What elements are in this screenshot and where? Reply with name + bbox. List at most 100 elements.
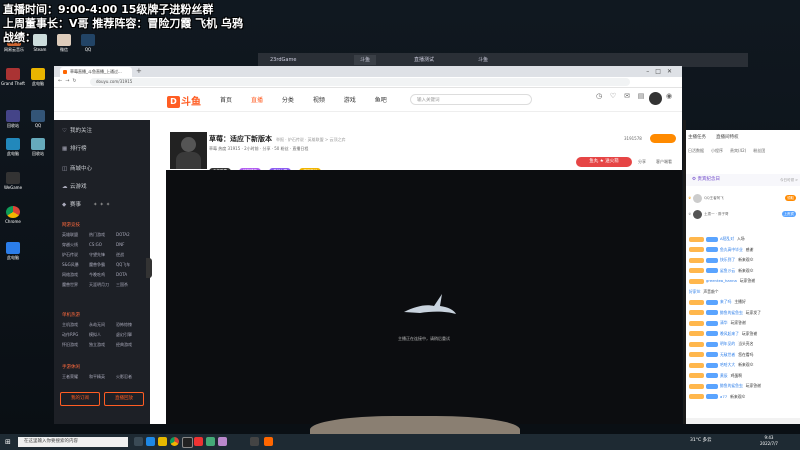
fan-gift-button[interactable]: 鱼丸 ★ 送火箭 [576, 157, 632, 167]
new-tab-icon[interactable]: + [136, 67, 142, 76]
sidebar-collapse-handle[interactable] [146, 258, 152, 278]
url-input[interactable]: douyu.com/31915 [90, 78, 630, 86]
top-user-row[interactable]: ♛ 土拨一 · 胖子哥 上贵宾 [688, 206, 798, 222]
game-link[interactable]: 网络游戏 [62, 270, 89, 280]
follow-button[interactable] [650, 134, 676, 143]
nav-buttons-icon[interactable]: ←→↻ [58, 78, 80, 84]
top-user-button[interactable]: 领取 [785, 195, 796, 201]
desktop-icon[interactable]: WeGame [1, 172, 25, 190]
sidebar-item-shop[interactable]: ◫ 商城中心 [62, 164, 92, 174]
game-link[interactable]: 火影忍者 [116, 372, 143, 382]
desktop-icon[interactable]: Grand Theft [1, 68, 25, 86]
app-icon[interactable] [206, 437, 215, 446]
desktop-icon[interactable]: Chrome [1, 206, 25, 224]
weather-indicator[interactable]: 31°C 多云 [690, 437, 712, 443]
game-link[interactable]: CS:GO [89, 240, 116, 250]
back-tab[interactable]: 斗鱼 [354, 55, 377, 65]
follow-icon[interactable]: ♡ [606, 92, 620, 100]
game-link[interactable]: 魔兽世界 [62, 280, 89, 290]
game-link[interactable]: DNF [116, 240, 143, 250]
sidebar-item-event[interactable]: ◆ 赛事 ✦ ✦ ✦ [62, 200, 110, 210]
game-link[interactable]: 逆战 [116, 250, 143, 260]
game-link[interactable]: 模拟人 [89, 330, 116, 340]
game-link[interactable]: 独立游戏 [89, 340, 116, 350]
game-link[interactable]: 英雄联盟 [62, 230, 89, 240]
game-link[interactable]: DOTA [116, 270, 143, 280]
sidebar-item-rank[interactable]: ▦ 排行榜 [62, 144, 87, 154]
history-icon[interactable]: ◷ [592, 92, 606, 100]
search-input[interactable]: 输入关键词 [410, 94, 532, 105]
subtab[interactable]: 小程序 [711, 148, 723, 154]
vip-anniversary-banner[interactable]: ⚙ 贵宾纪念日 今日可领 > [686, 174, 800, 186]
nav-yuba[interactable]: 鱼吧 [375, 97, 387, 104]
game-link[interactable]: 魔兽争霸 [89, 260, 116, 270]
top-user-row[interactable]: ♛ QQ王者阿飞 领取 [688, 190, 798, 206]
desktop-icon[interactable]: 此电脑 [1, 138, 25, 156]
game-link[interactable]: 虚幻引擎 [116, 330, 143, 340]
back-tab[interactable]: 直播测试 [408, 55, 440, 65]
window-controls[interactable]: –□✕ [646, 66, 678, 77]
tab-privilege[interactable]: 直播间特权 [716, 134, 739, 140]
subtab[interactable]: 贵宾(42) [730, 148, 746, 154]
douyu-logo[interactable]: D 斗鱼 [167, 93, 201, 108]
obs-icon[interactable] [182, 437, 193, 448]
task-icon[interactable]: ▤ [634, 92, 648, 100]
game-link[interactable]: 热门游戏 [89, 230, 116, 240]
game-link[interactable]: 怀旧游戏 [62, 340, 89, 350]
nav-home[interactable]: 首页 [220, 97, 232, 104]
game-link[interactable]: 主机游戏 [62, 320, 89, 330]
subtab[interactable]: 日活数据 [688, 148, 704, 154]
explorer-icon[interactable] [158, 437, 167, 446]
app-icon[interactable] [218, 437, 227, 446]
user-avatar[interactable] [649, 92, 662, 105]
game-link[interactable]: 永劫无间 [89, 320, 116, 330]
game-link[interactable]: 守望先锋 [89, 250, 116, 260]
nav-game[interactable]: 游戏 [344, 97, 356, 104]
my-subscribe-button[interactable]: 我的订阅 [60, 392, 100, 406]
game-link[interactable]: 天涯明月刀 [89, 280, 116, 290]
share-icon[interactable]: 分享 [638, 159, 646, 165]
tab-streamer-task[interactable]: 主播任务 [688, 134, 706, 140]
desktop-icon[interactable]: 回收站 [26, 138, 50, 156]
nav-live[interactable]: 直播 [251, 97, 263, 104]
desktop-icon[interactable]: 此电脑 [1, 242, 25, 260]
streamer-avatar[interactable] [170, 132, 207, 169]
app-icon[interactable] [250, 437, 259, 446]
game-link[interactable]: 炉石传说 [62, 250, 89, 260]
replay-button[interactable]: 直播回放 [104, 392, 144, 406]
top-user-button[interactable]: 上贵宾 [781, 211, 796, 217]
task-view-icon[interactable] [134, 437, 143, 446]
video-player[interactable]: 主播正在连接中，请稍后重试 [166, 170, 682, 424]
game-link[interactable]: 穿越火线 [62, 240, 89, 250]
desktop-icon[interactable]: 微信 [52, 34, 76, 52]
game-link[interactable]: 动作RPG [62, 330, 89, 340]
nav-category[interactable]: 分类 [282, 97, 294, 104]
subtab[interactable]: 粉丝团 [753, 148, 765, 154]
msg-icon[interactable]: ✉ [620, 92, 634, 100]
edge-icon[interactable] [146, 437, 155, 446]
chrome-icon[interactable] [170, 437, 179, 446]
desktop-icon[interactable]: 此电脑 [26, 68, 50, 86]
desktop-icon[interactable]: QQ [26, 110, 50, 128]
sidebar-item-cloud[interactable]: ☁ 云游戏 [62, 182, 87, 192]
chat-input-area[interactable] [686, 418, 800, 424]
game-link[interactable]: QQ飞车 [116, 260, 143, 270]
back-tab[interactable]: 斗鱼 [472, 55, 494, 65]
app-icon[interactable] [264, 437, 273, 446]
app-icon[interactable] [194, 437, 203, 446]
game-link[interactable]: 和平精英 [89, 372, 116, 382]
desktop-icon[interactable]: QQ [76, 34, 100, 52]
desktop-icon[interactable]: 回收站 [1, 110, 25, 128]
game-link[interactable]: 经典游戏 [116, 340, 143, 350]
game-link[interactable]: 王者荣耀 [62, 372, 89, 382]
game-link[interactable]: DOTA2 [116, 230, 143, 240]
back-tab[interactable]: 23rdGame [264, 55, 302, 65]
game-link[interactable]: 今晚吃鸡 [89, 270, 116, 280]
live-icon[interactable]: ◉ [662, 92, 676, 100]
game-link[interactable]: 三国杀 [116, 280, 143, 290]
clock[interactable]: 9:43 2022/7/7 [760, 435, 778, 447]
browser-tab[interactable]: 草莓直播_斗鱼直播_上通过... [60, 67, 132, 77]
client-icon[interactable]: 客户端看 [656, 159, 672, 165]
taskbar-search-input[interactable]: 在这里输入你要搜索的内容 [18, 437, 128, 447]
nav-video[interactable]: 视频 [313, 97, 325, 104]
